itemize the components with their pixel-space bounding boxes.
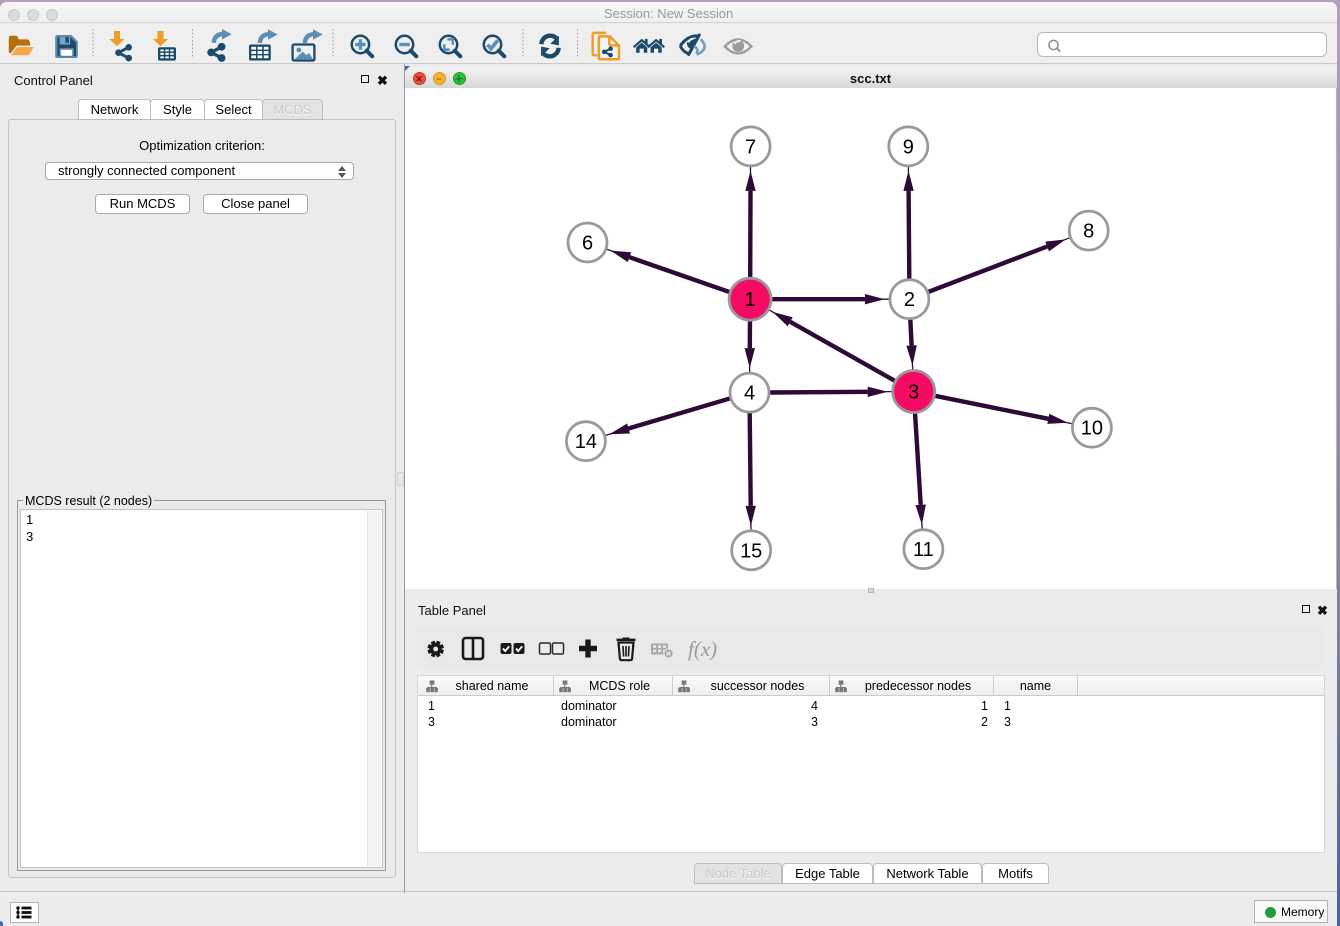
svg-text:2: 2 [904, 289, 915, 311]
svg-text:7: 7 [745, 136, 756, 158]
svg-text:14: 14 [575, 431, 597, 453]
svg-text:11: 11 [913, 539, 934, 561]
svg-text:4: 4 [744, 383, 755, 405]
svg-text:1: 1 [745, 289, 756, 311]
svg-text:8: 8 [1083, 221, 1094, 243]
svg-text:6: 6 [582, 233, 593, 255]
svg-text:9: 9 [903, 136, 914, 158]
svg-text:f(x): f(x) [688, 637, 717, 661]
svg-text:15: 15 [740, 540, 762, 562]
svg-text:10: 10 [1081, 418, 1103, 440]
svg-text:3: 3 [908, 382, 919, 404]
